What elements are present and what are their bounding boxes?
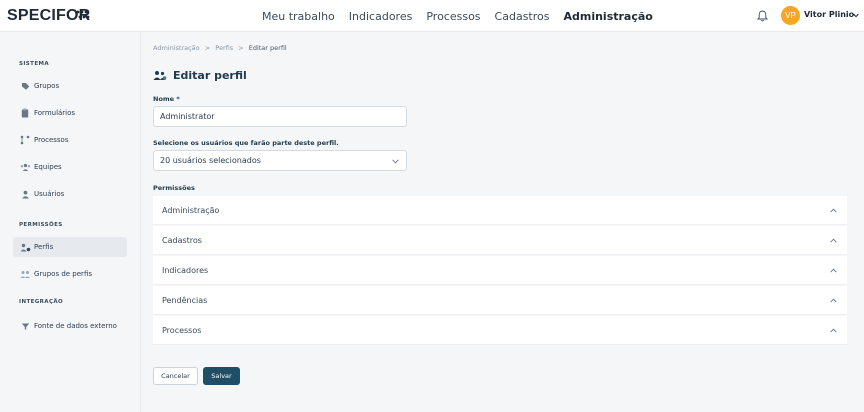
chevron-up-icon — [830, 268, 837, 273]
breadcrumb: Administração > Perfis > Editar perfil — [153, 44, 287, 52]
breadcrumb-perfis[interactable]: Perfis — [215, 44, 233, 52]
flow-icon — [19, 134, 31, 146]
chevron-up-icon — [830, 238, 837, 243]
database-funnel-icon — [19, 320, 31, 332]
profile-gear-icon — [19, 241, 31, 253]
nav-indicadores[interactable]: Indicadores — [349, 10, 413, 23]
avatar[interactable]: VP — [781, 6, 800, 25]
users-label: Selecione os usuários que farão parte de… — [153, 139, 339, 147]
sidebar-item-equipes[interactable]: Equipes — [13, 157, 127, 177]
permission-accordion-pendencias[interactable]: Pendências — [153, 286, 847, 315]
permissions-label: Permissões — [153, 184, 195, 192]
breadcrumb-administracao[interactable]: Administração — [153, 44, 200, 52]
user-icon — [19, 188, 31, 200]
sidebar-item-formularios[interactable]: Formulários — [13, 103, 127, 123]
sidebar-section-sistema: SISTEMA — [19, 61, 50, 67]
save-button[interactable]: Salvar — [203, 367, 240, 385]
sidebar: SISTEMA Grupos Formulários Processos Equ… — [0, 32, 141, 412]
breadcrumb-separator: > — [238, 44, 244, 52]
chevron-up-icon — [830, 208, 837, 213]
profile-group-icon — [19, 268, 31, 280]
breadcrumb-editar-perfil: Editar perfil — [248, 44, 287, 52]
chevron-up-icon — [830, 298, 837, 303]
users-select-value: 20 usuários selecionados — [160, 156, 261, 165]
nav-processos[interactable]: Processos — [426, 10, 480, 23]
breadcrumb-separator: > — [204, 44, 211, 52]
permission-accordion-indicadores[interactable]: Indicadores — [153, 256, 847, 285]
name-input[interactable]: Administrator — [153, 106, 407, 127]
sidebar-section-integracao: INTEGRAÇÃO — [19, 299, 64, 305]
logo-dots-icon — [76, 10, 90, 19]
top-bar: SPECIFOR Meu trabalho Indicadores Proces… — [0, 0, 864, 32]
chevron-down-icon[interactable] — [853, 13, 859, 18]
sidebar-item-perfis[interactable]: Perfis — [13, 237, 127, 257]
nav-administracao[interactable]: Administração — [563, 10, 652, 23]
permission-accordion-cadastros[interactable]: Cadastros — [153, 226, 847, 255]
bell-icon[interactable] — [757, 10, 768, 22]
main-nav: Meu trabalho Indicadores Processos Cadas… — [262, 0, 653, 32]
permission-accordion-processos[interactable]: Processos — [153, 316, 847, 345]
chevron-up-icon — [830, 328, 837, 333]
chevron-down-icon — [392, 159, 399, 164]
sidebar-item-grupos-de-perfis[interactable]: Grupos de perfis — [13, 264, 127, 284]
team-icon — [19, 161, 31, 173]
permission-accordion-administracao[interactable]: Administração — [153, 196, 847, 225]
cancel-button[interactable]: Cancelar — [153, 367, 198, 385]
nav-cadastros[interactable]: Cadastros — [495, 10, 550, 23]
sidebar-item-usuarios[interactable]: Usuários — [13, 184, 127, 204]
name-label: Nome * — [153, 95, 180, 103]
sidebar-item-grupos[interactable]: Grupos — [13, 76, 127, 96]
name-input-value: Administrator — [160, 112, 215, 121]
tag-icon — [19, 80, 31, 92]
user-name[interactable]: Vitor Plinio — [804, 10, 854, 19]
page-title: Editar perfil — [153, 69, 247, 82]
sidebar-section-permissoes: PERMISSÕES — [19, 222, 63, 228]
sidebar-item-processos[interactable]: Processos — [13, 130, 127, 150]
profile-users-icon — [153, 71, 167, 80]
clipboard-icon — [19, 107, 31, 119]
sidebar-item-fonte-de-dados-externo[interactable]: Fonte de dados externo — [13, 316, 127, 336]
nav-meu-trabalho[interactable]: Meu trabalho — [262, 10, 335, 23]
users-select[interactable]: 20 usuários selecionados — [153, 150, 407, 171]
